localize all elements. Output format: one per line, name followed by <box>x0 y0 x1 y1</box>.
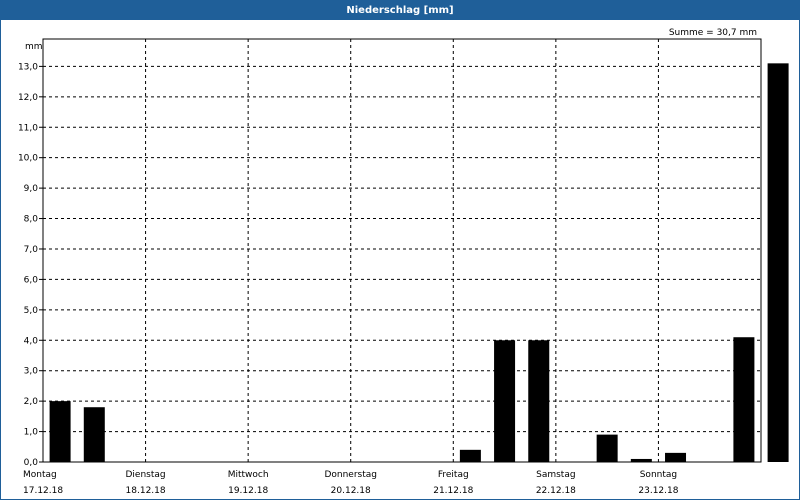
y-tick-label: 8,0 <box>24 215 39 225</box>
x-tick-label-date: 21.12.18 <box>433 486 473 496</box>
bar <box>494 340 516 462</box>
x-tick-label-day: Samstag <box>536 470 575 480</box>
y-tick-label: 4,0 <box>24 336 39 346</box>
y-tick-label: 3,0 <box>24 367 39 377</box>
y-tick-label: 1,0 <box>24 428 39 438</box>
bar <box>528 340 550 462</box>
y-tick-label: 7,0 <box>24 245 39 255</box>
precipitation-chart: mm Summe = 30,7 mm 0,0 1,0 2,0 3,0 4,0 5,0 6,0… <box>18 28 789 496</box>
bar <box>733 337 755 462</box>
x-tick-label-day: Sonntag <box>640 470 677 480</box>
y-tick-label: 12,0 <box>18 93 38 103</box>
bar <box>83 407 105 462</box>
x-tick-label-date: 23.12.18 <box>638 486 678 496</box>
y-tick-label: 9,0 <box>24 184 39 194</box>
x-tick-label-day: Dienstag <box>126 470 166 480</box>
x-tick-label-day: Mittwoch <box>228 470 269 480</box>
x-tick-label-date: 20.12.18 <box>331 486 371 496</box>
y-tick-label: 6,0 <box>24 275 39 285</box>
bar <box>665 452 687 462</box>
sum-annotation: Summe = 30,7 mm <box>669 28 757 38</box>
y-tick-label: 10,0 <box>18 154 38 164</box>
x-tick-label-date: 22.12.18 <box>536 486 576 496</box>
y-tick-label: 11,0 <box>18 123 38 133</box>
x-tick-label-day: Donnerstag <box>324 470 377 480</box>
x-tick-label-day: Montag <box>23 470 57 480</box>
x-tick-label-date: 18.12.18 <box>126 486 166 496</box>
y-tick-label: 2,0 <box>24 397 39 407</box>
y-tick-label: 0,0 <box>24 458 39 468</box>
x-tick-label-date: 19.12.18 <box>228 486 268 496</box>
chart-window: Niederschlag [mm] mm Summe = 30,7 mm 0,0… <box>0 0 800 500</box>
x-tick-label-date: 17.12.18 <box>23 486 63 496</box>
y-axis-label: mm <box>25 42 43 52</box>
bar <box>49 401 71 462</box>
y-tick-label: 5,0 <box>24 306 39 316</box>
plot-area <box>42 38 762 463</box>
y-tick-label: 13,0 <box>18 62 38 72</box>
bar <box>767 63 789 462</box>
x-tick-label-day: Freitag <box>438 470 469 480</box>
bar <box>596 434 618 462</box>
bar <box>459 449 481 462</box>
